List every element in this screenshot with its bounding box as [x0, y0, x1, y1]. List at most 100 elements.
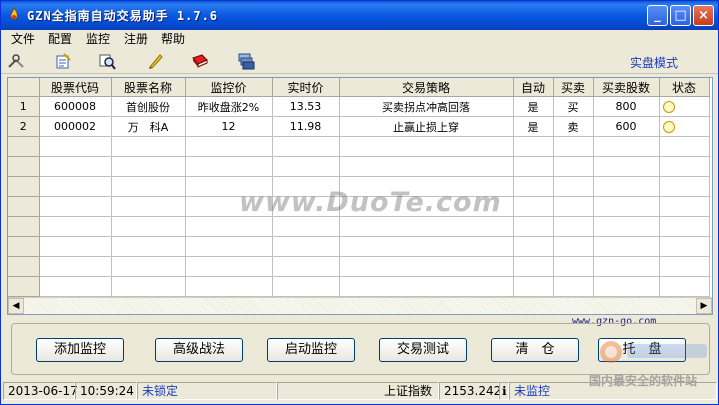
empty-cell — [111, 196, 186, 217]
status-index-value: 2153.242 — [439, 382, 501, 400]
empty-cell — [659, 276, 710, 297]
cell-shares[interactable]: 800 — [593, 96, 660, 117]
empty-cell — [39, 176, 112, 197]
empty-cell — [185, 156, 273, 177]
empty-cell — [185, 256, 273, 277]
column-header[interactable]: 实时价 — [272, 78, 340, 97]
cell-name[interactable]: 首创股份 — [111, 96, 186, 117]
table-row[interactable]: 1 600008 首创股份 昨收盘涨2% 13.53 买卖拐点冲高回落 是 买 … — [8, 96, 710, 117]
empty-cell — [593, 176, 660, 197]
cell-shares[interactable]: 600 — [593, 116, 660, 137]
menu-monitor[interactable]: 监控 — [86, 31, 110, 47]
title-bar[interactable]: GZN全指南自动交易助手 1.7.6 _ □ × — [1, 1, 718, 30]
cell-name[interactable]: 万 科A — [111, 116, 186, 137]
status-time: 10:59:24 — [75, 382, 137, 400]
empty-cell — [659, 216, 710, 237]
empty-cell — [553, 156, 594, 177]
alarm-clock-icon — [662, 101, 675, 113]
empty-cell — [593, 136, 660, 157]
scroll-left-icon[interactable]: ◀ — [8, 298, 24, 314]
window-title: GZN全指南自动交易助手 1.7.6 — [27, 9, 219, 23]
row-index — [8, 236, 40, 257]
menu-bar: 文件 配置 监控 注册 帮助 — [1, 30, 718, 48]
column-header[interactable]: 交易策略 — [339, 78, 514, 97]
empty-cell — [593, 276, 660, 297]
app-logo-icon — [10, 7, 18, 20]
empty-cell — [39, 136, 112, 157]
empty-cell — [593, 156, 660, 177]
empty-cell — [39, 196, 112, 217]
column-header[interactable]: 买卖 — [553, 78, 594, 97]
watermark-duote: www.DuoTe.com — [239, 187, 502, 218]
search-icon[interactable] — [98, 52, 116, 70]
table-header-row: 股票代码 股票名称 监控价 实时价 交易策略 自动 买卖 买卖股数 状态 — [8, 78, 710, 97]
row-index — [8, 216, 40, 237]
cell-code[interactable]: 000002 — [39, 116, 112, 137]
empty-cell — [659, 176, 710, 197]
cell-strategy[interactable]: 买卖拐点冲高回落 — [339, 96, 514, 117]
cell-side[interactable]: 卖 — [553, 116, 594, 137]
cell-strategy[interactable]: 止赢止损上穿 — [339, 116, 514, 137]
empty-cell — [272, 256, 340, 277]
column-header[interactable]: 股票代码 — [39, 78, 112, 97]
close-button[interactable]: × — [693, 5, 714, 26]
scroll-track[interactable] — [24, 298, 696, 314]
minimize-button[interactable]: _ — [647, 5, 668, 26]
cell-monitor-price[interactable]: 12 — [185, 116, 273, 137]
cell-monitor-price[interactable]: 昨收盘涨2% — [185, 96, 273, 117]
empty-cell — [111, 136, 186, 157]
empty-cell — [111, 236, 186, 257]
empty-cell — [553, 276, 594, 297]
stack-icon[interactable] — [237, 52, 255, 70]
book-icon[interactable] — [191, 52, 209, 70]
cell-auto[interactable]: 是 — [513, 116, 554, 137]
status-bar: 2013-06-17 10:59:24 未锁定 上证指数 2153.242 ℹ … — [1, 381, 718, 402]
scroll-right-icon[interactable]: ▶ — [696, 298, 712, 314]
clear-position-button[interactable]: 清 仓 — [491, 338, 579, 362]
edit-icon[interactable] — [54, 52, 72, 70]
column-header[interactable]: 自动 — [513, 78, 554, 97]
cell-live-price: 13.53 — [272, 96, 340, 117]
empty-cell — [339, 236, 514, 257]
menu-config[interactable]: 配置 — [48, 31, 72, 47]
empty-row — [8, 136, 710, 157]
pencil-icon[interactable] — [146, 52, 164, 70]
empty-cell — [553, 176, 594, 197]
table-row[interactable]: 2 000002 万 科A 12 11.98 止赢止损上穿 是 卖 600 — [8, 116, 710, 137]
info-icon: ℹ — [499, 382, 509, 400]
tools-icon[interactable] — [7, 52, 25, 70]
empty-cell — [185, 236, 273, 257]
empty-cell — [513, 196, 554, 217]
cell-auto[interactable]: 是 — [513, 96, 554, 117]
row-index — [8, 136, 40, 157]
column-header[interactable]: 买卖股数 — [593, 78, 660, 97]
advanced-tactics-button[interactable]: 高级战法 — [155, 338, 243, 362]
menu-help[interactable]: 帮助 — [161, 31, 185, 47]
column-header[interactable]: 监控价 — [185, 78, 273, 97]
row-index — [8, 196, 40, 217]
horizontal-scrollbar[interactable]: ◀ ▶ — [8, 297, 712, 314]
empty-cell — [185, 136, 273, 157]
add-monitor-button[interactable]: 添加监控 — [36, 338, 124, 362]
empty-cell — [339, 276, 514, 297]
cell-side[interactable]: 买 — [553, 96, 594, 117]
empty-row — [8, 156, 710, 177]
empty-row — [8, 256, 710, 277]
row-index — [8, 256, 40, 277]
toolbar: 实盘模式 — [1, 49, 718, 74]
start-monitor-button[interactable]: 启动监控 — [267, 338, 355, 362]
column-header[interactable]: 状态 — [659, 78, 710, 97]
empty-cell — [339, 256, 514, 277]
empty-cell — [111, 176, 186, 197]
maximize-button[interactable]: □ — [670, 5, 691, 26]
column-header[interactable]: 股票名称 — [111, 78, 186, 97]
empty-cell — [513, 136, 554, 157]
menu-register[interactable]: 注册 — [124, 31, 148, 47]
empty-cell — [513, 216, 554, 237]
trade-test-button[interactable]: 交易测试 — [379, 338, 467, 362]
menu-file[interactable]: 文件 — [11, 31, 35, 47]
close-icon: × — [698, 8, 709, 23]
empty-cell — [513, 276, 554, 297]
cell-code[interactable]: 600008 — [39, 96, 112, 117]
empty-cell — [659, 136, 710, 157]
